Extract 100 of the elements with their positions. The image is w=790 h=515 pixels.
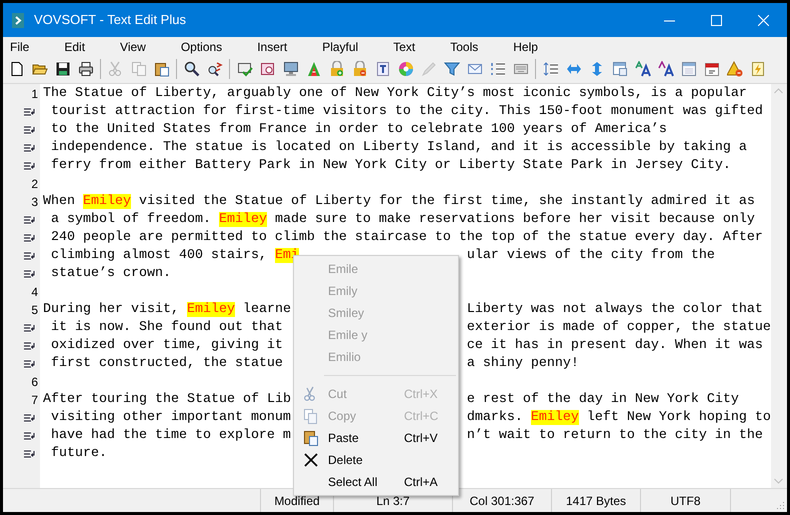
- color-wheel-icon[interactable]: [398, 61, 414, 77]
- shortcut-label: Ctrl+C: [404, 408, 438, 425]
- text-line: When Emiley visited the Statue of Liberty for the first time, she instantly admired it as: [43, 193, 755, 211]
- menu-item[interactable]: Playful: [322, 38, 358, 56]
- menu-item[interactable]: View: [120, 38, 146, 56]
- text-line: a symbol of freedom. Emiley made sure to make reservations before her visit because only: [50, 211, 755, 229]
- text-line: 240 people are permitted to climb the staircase to the top of the statue every day. After: [50, 229, 763, 247]
- line-number: 3: [31, 194, 38, 211]
- envelope-icon[interactable]: [466, 61, 482, 77]
- text-line: Liberty was not always the color that: [466, 301, 763, 319]
- line-number: 7: [31, 392, 38, 409]
- text-line: it is now. She found out that: [50, 319, 283, 337]
- clipboard-icon[interactable]: [154, 61, 170, 77]
- funnel-icon[interactable]: [444, 61, 460, 77]
- line-wrap-icon: [24, 216, 37, 224]
- text-line: ferry from either Battery Park in New York City or Liberty State Park in Jersey City.: [50, 157, 731, 175]
- line-wrap-icon: [24, 234, 37, 242]
- status-text: Modified: [274, 492, 320, 510]
- printer-icon[interactable]: [78, 61, 94, 77]
- copy-icon: [303, 408, 319, 424]
- close-icon: [303, 452, 319, 468]
- text-line: exterior is made of copper, the statue: [466, 319, 771, 337]
- magnifier-arrows-icon[interactable]: [206, 61, 222, 77]
- menu-label: Smiley: [328, 305, 366, 322]
- keyboard-icon[interactable]: [512, 61, 528, 77]
- line-wrap-icon: [24, 144, 37, 152]
- menu-item[interactable]: Insert: [257, 38, 288, 56]
- lock-minus-icon[interactable]: [352, 61, 368, 77]
- shortcut-label: Ctrl+V: [404, 430, 438, 447]
- text-line: independence. The statue is located on Liberty Island, and it is accessible by taking a: [50, 139, 747, 157]
- font-swap-icon[interactable]: [634, 61, 650, 77]
- font-icon[interactable]: [658, 61, 674, 77]
- text-line: oxidized over time, giving it: [50, 337, 283, 355]
- page-icon[interactable]: [8, 61, 24, 77]
- menu-label: Copy: [328, 408, 358, 425]
- lock-plus-icon[interactable]: [328, 61, 344, 77]
- status-text: 1417 Bytes: [566, 492, 626, 510]
- line-wrap-icon: [24, 450, 37, 458]
- menu-label: Emilio: [328, 349, 362, 366]
- menu-item[interactable]: Delete: [294, 449, 458, 471]
- text-line: dmarks. Emiley left New York hoping to: [466, 409, 771, 427]
- menu-label: Emile y: [328, 327, 368, 344]
- line-spacing-icon[interactable]: [542, 61, 558, 77]
- menu-item[interactable]: Edit: [64, 38, 86, 56]
- text-line: n’t wait to return to the city in the: [466, 427, 763, 445]
- status-text: Ln 3:7: [376, 492, 410, 510]
- letter-t-icon[interactable]: [374, 61, 390, 77]
- window-title: VOVSOFT - Text Edit Plus: [34, 11, 186, 30]
- close-icon[interactable]: [758, 14, 769, 26]
- search-icon[interactable]: [184, 61, 200, 77]
- checkmark-document-icon[interactable]: [236, 61, 252, 77]
- menu-label: Paste: [328, 430, 360, 447]
- panel-icon[interactable]: [680, 61, 696, 77]
- resize-grip-icon[interactable]: [775, 500, 785, 510]
- line-number: 5: [31, 302, 38, 319]
- status-text: UTF8: [670, 492, 700, 510]
- line-wrap-icon: [24, 414, 37, 422]
- text-line: have had the time to explore m: [50, 427, 291, 445]
- text-line: first constructed, the statue: [50, 355, 283, 373]
- line-number: 1: [31, 86, 38, 103]
- text-line: During her visit, Emiley learne: [43, 301, 291, 319]
- text-line: ular views of the city from the: [466, 247, 715, 265]
- maximize-icon[interactable]: [711, 14, 722, 26]
- menu-label: Cut: [328, 386, 348, 403]
- text-line: future.: [50, 445, 107, 463]
- text-line: After touring the Statue of Lib: [43, 391, 291, 409]
- text-line: to the United States from France in order to celebrate 100 years of America’s: [50, 121, 667, 139]
- line-wrap-icon: [24, 126, 37, 134]
- window-icon[interactable]: [612, 61, 628, 77]
- menu-item[interactable]: Select All Ctrl+A: [294, 471, 458, 493]
- text-line: a shiny penny!: [466, 355, 579, 373]
- menu-label: Select All: [328, 474, 378, 491]
- line-wrap-icon: [24, 342, 37, 350]
- menu-item[interactable]: Options: [180, 38, 222, 56]
- numbered-list-icon[interactable]: [490, 61, 506, 77]
- text-line: tourist attraction for first-time visitors to the city. This 150-foot monument was gifted: [50, 103, 763, 121]
- calendar-icon[interactable]: [704, 61, 720, 77]
- note-lightning-icon[interactable]: [750, 61, 766, 77]
- status-text: Col 301:367: [470, 492, 534, 510]
- menu-item[interactable]: Paste Ctrl+V: [294, 427, 458, 449]
- line-wrap-icon: [24, 252, 37, 260]
- line-wrap-icon: [24, 432, 37, 440]
- warning-icon[interactable]: [726, 61, 742, 77]
- app-icon: [12, 12, 24, 28]
- shortcut-label: Ctrl+X: [404, 386, 438, 403]
- line-number: 6: [31, 374, 38, 391]
- menu-item[interactable]: Tools: [450, 38, 478, 56]
- menu-item[interactable]: Text: [393, 38, 416, 56]
- line-wrap-icon: [24, 360, 37, 368]
- menu-item[interactable]: Help: [513, 38, 538, 56]
- monitor-icon[interactable]: [282, 61, 298, 77]
- line-wrap-icon: [24, 324, 37, 332]
- text-line: The Statue of Liberty, arguably one of New York City’s most iconic symbols, is a popular: [43, 85, 747, 103]
- menu-label: Emily: [328, 283, 358, 300]
- menu-label: Emile: [328, 261, 360, 278]
- text-line: ce it has in present day. When it was: [466, 337, 763, 355]
- menu-item[interactable]: File: [10, 38, 30, 56]
- shortcut-label: Ctrl+A: [404, 474, 438, 491]
- clipboard-icon: [303, 430, 319, 446]
- line-wrap-icon: [24, 270, 37, 278]
